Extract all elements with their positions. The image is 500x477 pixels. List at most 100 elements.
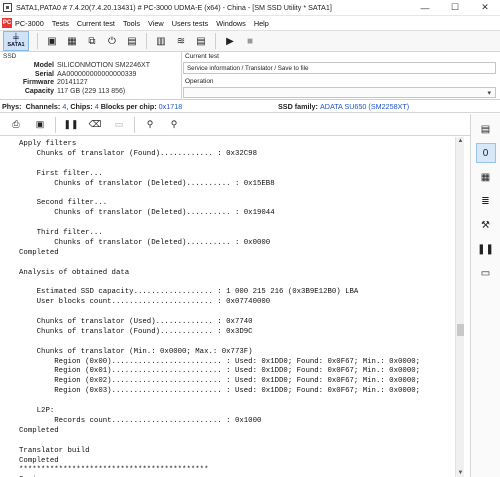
erase-icon[interactable]: ⌫ [87,118,103,132]
phys-label: Phys: [2,101,22,111]
log-line: First filter... [19,169,103,178]
hex-view-icon[interactable]: 0 [475,143,496,163]
list-icon[interactable]: ▤ [194,34,208,48]
log-line: Region (0x03)......................... :… [19,387,421,396]
ssd-info-panel: SSD Model Serial Firmware Capacity SILIC… [0,52,500,100]
log-line: Completed [19,456,59,465]
menu-current-test[interactable]: Current test [77,19,115,28]
menu-tools[interactable]: Tools [123,19,140,28]
menu-view[interactable]: View [148,19,164,28]
log-lines: Apply filters Chunks of translator (Foun… [19,140,420,477]
sata1-port-button[interactable]: ╪ SATA1 [3,31,29,51]
menu-windows[interactable]: Windows [216,19,246,28]
menu-tests[interactable]: Tests [52,19,69,28]
right-toolbar: ▤ 0 ▦ ≣ ⚒ ❚❚ ▭ [470,114,500,477]
toolbar-separator [37,33,38,49]
dropdown-arrow-icon[interactable]: ▾ [487,89,491,97]
log-scrollbar[interactable]: ▲ ▼ [455,137,464,477]
toolbar-separator [134,116,135,133]
log-line: Chunks of translator (Min.: 0x0000; Max.… [19,347,253,356]
scroll-up-icon[interactable]: ▲ [457,138,464,144]
capacity-value: 117 GB (229 113 856) [57,87,126,95]
disk-save-icon[interactable]: ▣ [32,118,48,132]
serial-value: AA000000000000000339 [57,70,137,78]
family-value: ADATA SU650 (SM2258XT) [319,102,410,111]
model-label: Model [33,62,54,69]
phys-bar: Phys: Channels: 4, Chips: 4 Blocks per c… [0,100,500,113]
log-line: Records count......................... :… [19,416,262,425]
pc3000-logo-icon: PC [2,18,12,28]
toolbar-separator [215,33,216,49]
layers-icon[interactable]: ≋ [174,34,188,48]
channels-label: Channels: [25,101,61,111]
current-test-field: Service information / Translator / Save … [183,62,496,74]
log-line: User blocks count.......................… [19,298,271,307]
toolbar-separator [55,116,56,133]
maximize-button[interactable]: ☐ [440,0,470,16]
log-line: Apply filters [19,140,77,148]
clipboard-icon: ▭ [114,119,124,129]
operation-label: Operation [185,78,214,85]
ssd-family: SSD family: ADATA SU650 (SM2258XT) [278,102,409,111]
scroll-down-icon[interactable]: ▼ [457,470,464,476]
log-line: Region (0x01)......................... :… [19,367,421,376]
log-line: Chunks of translator (Deleted)..........… [19,238,271,247]
log-line: L2P: [19,407,55,416]
info-icon[interactable]: ▭ [476,263,496,283]
log-view-icon[interactable]: ▤ [476,119,496,139]
menu-users-tests[interactable]: Users tests [172,19,209,28]
panel-divider [181,52,182,99]
reset-icon[interactable]: ▤ [125,34,139,48]
table-icon[interactable]: ▥ [154,34,168,48]
menu-help[interactable]: Help [254,19,269,28]
log-line: Region (0x00)......................... :… [19,357,421,366]
log-line: Chunks of translator (Found)............… [19,149,257,158]
pause-icon[interactable]: ❚❚ [476,239,496,259]
capacity-label: Capacity [24,87,54,95]
log-line: ****************************************… [19,466,209,475]
chip-icon[interactable]: ▦ [65,34,79,48]
menu-pc3000[interactable]: PC-3000 [15,19,44,28]
close-button[interactable]: ✕ [470,0,500,16]
chips-label: Chips: [70,101,93,111]
blocks-label: Blocks per chip: [100,101,157,111]
drive-icon[interactable]: ▣ [45,34,59,48]
pause-icon[interactable]: ❚❚ [63,118,79,132]
stop-icon[interactable]: ■ [243,34,257,48]
minimize-button[interactable]: — [410,0,440,16]
log-line: Estimated SSD capacity..................… [19,288,359,297]
current-test-label: Current test [185,53,219,60]
find-icon[interactable]: ⚲ [142,118,158,132]
copy-icon[interactable]: ⧉ [85,34,99,48]
log-line: Chunks of translator (Deleted)..........… [19,179,275,188]
firmware-label: Firmware [22,79,54,86]
toolbar-separator [146,33,147,49]
serial-label: Serial [34,70,54,78]
main-toolbar: ╪ SATA1 ▣ ▦ ⧉ ⏻ ▤ ▥ ≋ ▤ ▶ ■ [0,30,500,52]
log-line: Translator build [19,446,90,455]
log-line: Completed [19,426,59,435]
grid-icon[interactable]: ▦ [476,167,496,187]
reset-icon[interactable]: ≣ [476,191,496,211]
blocks-value: 0x1718 [158,101,183,111]
firmware-value: 20141127 [57,79,88,86]
ssd-values: SILICONMOTION SM2246XT AA000000000000000… [57,62,179,96]
log-output[interactable]: Apply filters Chunks of translator (Foun… [0,137,464,477]
sata1-port-label: SATA1 [7,42,25,48]
find-next-icon[interactable]: ⚲ [166,118,182,132]
screenshot-icon[interactable]: ⎙ [8,118,24,132]
family-label: SSD family: [278,102,318,111]
menu-bar: PC PC-3000 Tests Current test Tools View… [0,16,500,30]
scrollbar-thumb[interactable] [457,324,464,336]
power-icon[interactable]: ⏻ [105,34,119,48]
tool-icon[interactable]: ⚒ [476,215,496,235]
window-title: SATA1,PATA0 # 7.4.20(7.4.20.13431) # PC-… [16,3,332,12]
play-icon[interactable]: ▶ [223,34,237,48]
